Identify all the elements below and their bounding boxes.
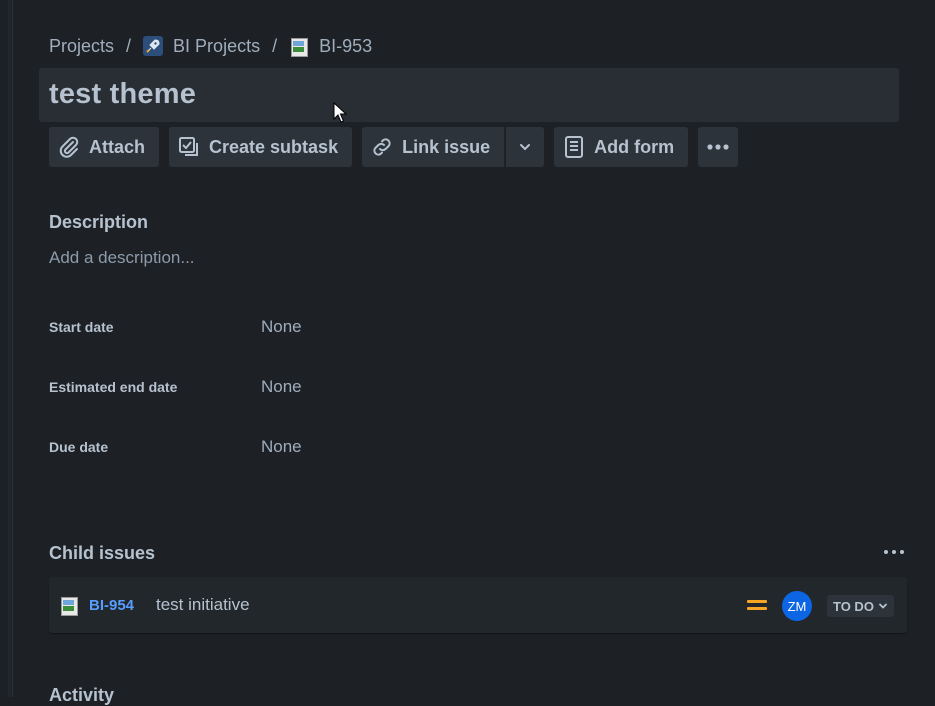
estimated-end-date-value[interactable]: None	[261, 377, 302, 397]
broken-image-icon	[289, 36, 309, 57]
attach-button[interactable]: Attach	[49, 127, 160, 167]
link-issue-label: Link issue	[402, 136, 491, 157]
more-icon	[707, 144, 729, 150]
issue-title[interactable]: test theme	[49, 78, 196, 111]
breadcrumb-projects[interactable]: Projects	[49, 36, 114, 57]
breadcrumb-issue-key: BI-953	[319, 35, 373, 56]
left-sidebar-edge	[0, 0, 13, 697]
child-issues-more-button[interactable]	[884, 544, 904, 560]
due-date-value[interactable]: None	[261, 437, 302, 457]
breadcrumb: Projects / BI Projects / BI-953	[49, 34, 372, 58]
status-label: TO DO	[833, 598, 874, 614]
field-label: Start date	[49, 319, 114, 335]
child-issue-summary[interactable]: test initiative	[156, 595, 250, 615]
broken-image-icon	[59, 595, 79, 616]
issue-toolbar: Attach Create subtask Link issue Add for…	[49, 127, 739, 167]
subtask-icon	[179, 137, 199, 156]
priority-medium-icon	[747, 598, 767, 612]
status-dropdown[interactable]: TO DO	[827, 595, 894, 617]
due-date-row: Due date None	[49, 437, 649, 459]
breadcrumb-project-label: BI Projects	[173, 35, 261, 56]
link-issue-dropdown-button[interactable]	[504, 127, 545, 167]
start-date-value[interactable]: None	[261, 317, 302, 337]
breadcrumb-project[interactable]: BI Projects	[143, 36, 260, 57]
issue-title-field[interactable]: test theme	[39, 68, 899, 122]
estimated-end-date-row: Estimated end date None	[49, 377, 649, 399]
breadcrumb-separator: /	[126, 35, 132, 56]
child-issue-key[interactable]: BI-954	[89, 597, 134, 614]
field-label: Due date	[49, 439, 109, 455]
activity-heading: Activity	[49, 685, 115, 705]
create-subtask-button[interactable]: Create subtask	[169, 127, 353, 167]
description-heading: Description	[49, 212, 149, 232]
more-actions-button[interactable]	[698, 127, 739, 167]
resize-handle[interactable]	[8, 0, 11, 697]
mouse-cursor-icon	[333, 102, 347, 123]
field-label: Estimated end date	[49, 379, 178, 395]
more-icon-dot	[892, 550, 896, 554]
form-icon	[565, 136, 584, 158]
more-icon-dot	[884, 550, 888, 554]
chevron-down-icon	[520, 144, 531, 151]
child-issues-heading: Child issues	[49, 543, 156, 563]
breadcrumb-separator: /	[272, 35, 278, 56]
avatar[interactable]: ZM	[782, 591, 812, 621]
start-date-row: Start date None	[49, 317, 649, 339]
breadcrumb-issue[interactable]: BI-953	[289, 36, 372, 57]
description-field[interactable]: Add a description...	[49, 248, 195, 268]
create-subtask-label: Create subtask	[209, 136, 339, 157]
add-form-button[interactable]: Add form	[554, 127, 689, 167]
child-issue-row[interactable]: BI-954 test initiative ZM TO DO	[49, 577, 907, 633]
attach-label: Attach	[89, 136, 146, 157]
paperclip-icon	[59, 136, 79, 158]
link-issue-split-button: Link issue	[362, 127, 545, 167]
link-issue-button[interactable]: Link issue	[362, 127, 505, 167]
more-icon-dot	[900, 550, 904, 554]
rocket-icon	[143, 36, 164, 56]
chevron-down-icon	[879, 603, 887, 609]
link-icon	[373, 138, 391, 156]
add-form-label: Add form	[594, 136, 675, 157]
